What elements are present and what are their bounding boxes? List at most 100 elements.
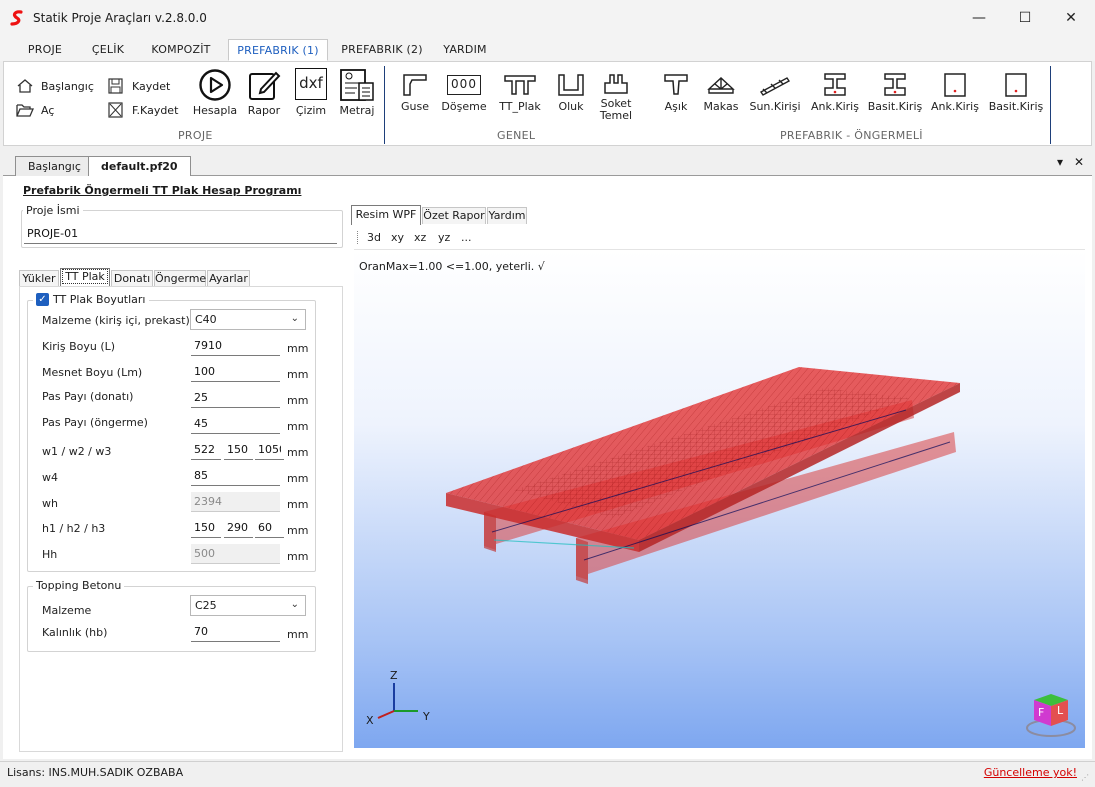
basit-kiris-label-1: Basit.Kiriş (867, 100, 923, 113)
temel-label: Temel (599, 109, 633, 122)
resize-grip-icon[interactable]: ⋰ (1081, 773, 1089, 782)
w2-input[interactable] (224, 440, 253, 460)
w4-unit: mm (287, 472, 309, 485)
tt-plak-button[interactable]: TT_Plak (497, 72, 543, 113)
malzeme-select[interactable]: C40 ⌄ (190, 309, 306, 330)
close-button[interactable]: ✕ (1048, 0, 1094, 36)
ank-kiris-button-2[interactable]: Ank.Kiriş (929, 72, 981, 113)
w4-input[interactable] (191, 466, 280, 486)
kaydet-button[interactable]: Kaydet (107, 78, 170, 94)
h1-input[interactable] (191, 518, 221, 538)
w1-input[interactable] (191, 440, 221, 460)
view-more-button[interactable]: ... (461, 231, 472, 244)
w123-label: w1 / w2 / w3 (42, 445, 112, 458)
ac-label: Aç (41, 103, 55, 117)
h123-label: h1 / h2 / h3 (42, 522, 106, 535)
proje-ismi-input[interactable] (24, 224, 337, 244)
genel-group-label: GENEL (497, 129, 536, 142)
tab-yukler[interactable]: Yükler (19, 270, 59, 287)
doc-tab-default[interactable]: default.pf20 (88, 156, 191, 176)
view-xy-button[interactable]: xy (391, 231, 404, 244)
ac-button[interactable]: Aç (16, 102, 54, 118)
tab-donati[interactable]: Donatı (111, 270, 153, 287)
update-link[interactable]: Güncelleme yok! (984, 766, 1077, 779)
basit-kiris-button-1[interactable]: Basit.Kiriş (866, 72, 924, 113)
hesapla-button[interactable]: Hesapla (192, 68, 238, 117)
tab-prefabrik-1[interactable]: PREFABRIK (1) (228, 39, 328, 61)
sun-kirisi-button[interactable]: Sun.Kirişi (747, 72, 803, 113)
tab-ozet-rapor[interactable]: Özet Rapor (422, 207, 486, 224)
w3-input[interactable] (255, 440, 284, 460)
tab-yardim-right[interactable]: Yardım (487, 207, 527, 224)
topping-malzeme-select[interactable]: C25 ⌄ (190, 595, 306, 616)
pas-payi-ongerme-input[interactable] (191, 414, 280, 434)
tab-tt-plak[interactable]: TT Plak (60, 268, 110, 287)
z-axis-label: Z (390, 669, 398, 682)
calculator-icon (340, 69, 374, 101)
makas-button[interactable]: Makas (701, 72, 741, 113)
soket-temel-button[interactable]: Soket Temel (598, 72, 634, 122)
tab-list-dropdown-icon[interactable]: ▾ (1057, 155, 1063, 169)
h2-input[interactable] (224, 518, 253, 538)
tab-proje[interactable]: PROJE (14, 39, 76, 61)
close-document-icon[interactable]: ✕ (1074, 155, 1084, 169)
maximize-button[interactable]: ☐ (1002, 0, 1048, 36)
group-separator (384, 66, 385, 144)
view-cube-icon[interactable] (1024, 690, 1078, 740)
tab-resim-wpf[interactable]: Resim WPF (351, 205, 421, 225)
pas-payi-donati-input[interactable] (191, 388, 280, 408)
view-cube-front-label: F (1038, 706, 1045, 719)
basit-kiris-button-2[interactable]: Basit.Kiriş (987, 72, 1045, 113)
tab-kompozit[interactable]: KOMPOZİT (142, 39, 220, 61)
cizim-button[interactable]: dxf Çizim (291, 68, 331, 117)
ank-kiris-label-1: Ank.Kiriş (811, 100, 859, 113)
save-icon (108, 78, 123, 94)
makas-label: Makas (703, 100, 739, 113)
save-as-icon (108, 102, 123, 118)
soket-temel-icon (604, 74, 628, 94)
h3-input[interactable] (255, 518, 284, 538)
kalinlik-label: Kalınlık (hb) (42, 626, 108, 639)
hh-input (191, 544, 280, 564)
kiris-boyu-input[interactable] (191, 336, 280, 356)
window-title: Statik Proje Araçları v.2.8.0.0 (33, 11, 207, 25)
baslangic-button[interactable]: Başlangıç (16, 78, 94, 94)
folder-open-icon (16, 104, 34, 117)
minimize-button[interactable]: — (956, 0, 1002, 36)
ongermeli-group-label: PREFABRIK - ÖNGERMELİ (780, 129, 923, 142)
asik-label: Aşık (664, 100, 688, 113)
ank-kiris-button-1[interactable]: Ank.Kiriş (809, 72, 861, 113)
hh-unit: mm (287, 550, 309, 563)
cizim-label: Çizim (295, 104, 327, 117)
tab-yardim[interactable]: YARDIM (436, 39, 494, 61)
ank-kiris-icon (824, 73, 846, 96)
doseme-label: Döşeme (441, 100, 487, 113)
kalinlik-input[interactable] (191, 622, 280, 642)
tab-ayarlar[interactable]: Ayarlar (207, 270, 250, 287)
tt-plak-boyutlari-checkbox[interactable]: ✓ (36, 293, 49, 306)
asik-icon (664, 74, 688, 95)
tab-celik[interactable]: ÇELİK (80, 39, 136, 61)
metraj-button[interactable]: Metraj (336, 68, 378, 117)
tab-prefabrik-2[interactable]: PREFABRIK (2) (334, 39, 430, 61)
w123-unit: mm (287, 446, 309, 459)
guse-button[interactable]: Guse (397, 72, 433, 113)
ank-kiris-rect-icon (944, 73, 966, 97)
doc-tab-baslangic[interactable]: Başlangıç (15, 156, 94, 176)
rapor-label: Rapor (247, 104, 281, 117)
asik-button[interactable]: Aşık (658, 72, 694, 113)
view-3d-button[interactable]: 3d (367, 231, 381, 244)
metraj-label: Metraj (339, 104, 375, 117)
fkaydet-button[interactable]: F.Kaydet (107, 102, 178, 118)
h123-unit: mm (287, 524, 309, 537)
view-yz-button[interactable]: yz (438, 231, 450, 244)
doseme-button[interactable]: 000 Döşeme (441, 72, 487, 113)
view-xz-button[interactable]: xz (414, 231, 426, 244)
oluk-button[interactable]: Oluk (554, 72, 588, 113)
tab-ongerme[interactable]: Öngerme (154, 270, 206, 287)
guse-label: Guse (401, 100, 429, 113)
3d-viewport[interactable]: OranMax=1.00 <=1.00, yeterli. √ Z X Y F … (354, 250, 1085, 748)
rapor-button[interactable]: Rapor (244, 68, 284, 117)
mesnet-boyu-input[interactable] (191, 362, 280, 382)
program-title: Prefabrik Öngermeli TT Plak Hesap Progra… (23, 184, 302, 197)
